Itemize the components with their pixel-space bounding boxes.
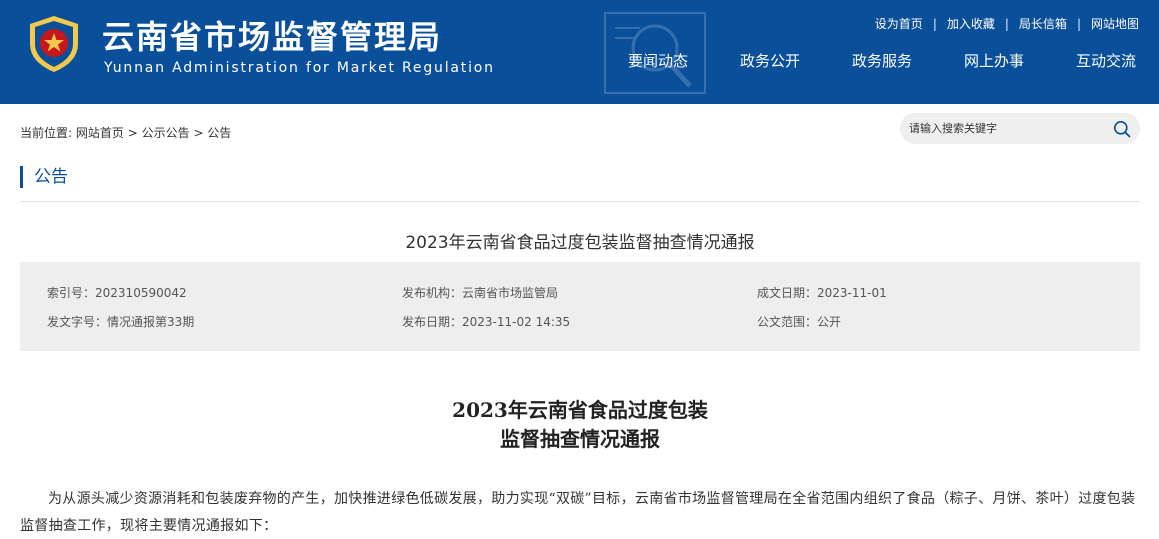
breadcrumb-item-home[interactable]: 网站首页 — [76, 126, 124, 140]
site-header: 云南省市场监督管理局 Yunnan Administration for Mar… — [0, 0, 1159, 104]
main-nav: 要闻动态 政务公开 政务服务 网上办事 互动交流 — [602, 50, 1159, 70]
site-subtitle: Yunnan Administration for Market Regulat… — [104, 60, 495, 76]
search-input[interactable] — [900, 113, 1100, 144]
article-title: 2023年云南省食品过度包装 监督抽查情况通报 — [20, 396, 1140, 454]
meta-doc-no: 发文字号：情况通报第33期 — [47, 315, 195, 329]
breadcrumb: 当前位置: 网站首页 > 公示公告 > 公告 — [20, 124, 231, 141]
breadcrumb-separator: > — [127, 126, 138, 140]
meta-publish-date: 发布日期：2023-11-02 14:35 — [402, 315, 571, 329]
top-link-set-homepage[interactable]: 设为首页 — [875, 15, 923, 32]
article-body-paragraph: 为从源头减少资源消耗和包装废弃物的产生，加快推进绿色低碳发展，助力实现“双碳”目… — [20, 491, 1136, 534]
meta-created-date: 成文日期：2023-11-01 — [757, 286, 887, 300]
search-button[interactable] — [1110, 117, 1134, 141]
top-link-add-favorite[interactable]: 加入收藏 — [947, 15, 995, 32]
nav-item-news[interactable]: 要闻动态 — [628, 50, 688, 71]
search-icon — [1114, 121, 1131, 138]
breadcrumb-separator: > — [193, 126, 204, 140]
article-header-title: 2023年云南省食品过度包装监督抽查情况通报 — [405, 233, 755, 253]
section-title: 公告 — [20, 166, 68, 188]
breadcrumb-prefix: 当前位置: — [20, 126, 73, 140]
top-link-director-mailbox[interactable]: 局长信箱 — [1019, 15, 1067, 32]
article-title-line-2: 监督抽查情况通报 — [500, 427, 660, 451]
breadcrumb-item-notice[interactable]: 公告 — [207, 126, 231, 140]
top-link-separator: | — [1004, 16, 1009, 31]
meta-publisher: 发布机构：云南省市场监管局 — [402, 286, 559, 300]
meta-index-no: 索引号：202310590042 — [47, 286, 187, 300]
national-emblem-icon — [30, 16, 78, 72]
article-title-line-1: 2023年云南省食品过度包装 — [452, 398, 708, 422]
search-box — [900, 113, 1140, 144]
top-link-sitemap[interactable]: 网站地图 — [1091, 15, 1139, 32]
top-links: 设为首页 | 加入收藏 | 局长信箱 | 网站地图 — [875, 15, 1139, 32]
site-title: 云南省市场监督管理局 — [102, 18, 443, 56]
nav-item-interaction[interactable]: 互动交流 — [1076, 50, 1136, 71]
top-link-separator: | — [932, 16, 937, 31]
top-link-separator: | — [1076, 16, 1081, 31]
document-meta-box: 索引号：202310590042 发布机构：云南省市场监管局 成文日期：2023… — [20, 262, 1140, 351]
section-divider — [20, 201, 1140, 202]
nav-item-government-affairs[interactable]: 政务公开 — [740, 50, 800, 71]
nav-item-online-services[interactable]: 网上办事 — [964, 50, 1024, 71]
meta-scope: 公文范围：公开 — [757, 315, 842, 329]
breadcrumb-item-announcements[interactable]: 公示公告 — [142, 126, 190, 140]
nav-item-government-services[interactable]: 政务服务 — [852, 50, 912, 71]
